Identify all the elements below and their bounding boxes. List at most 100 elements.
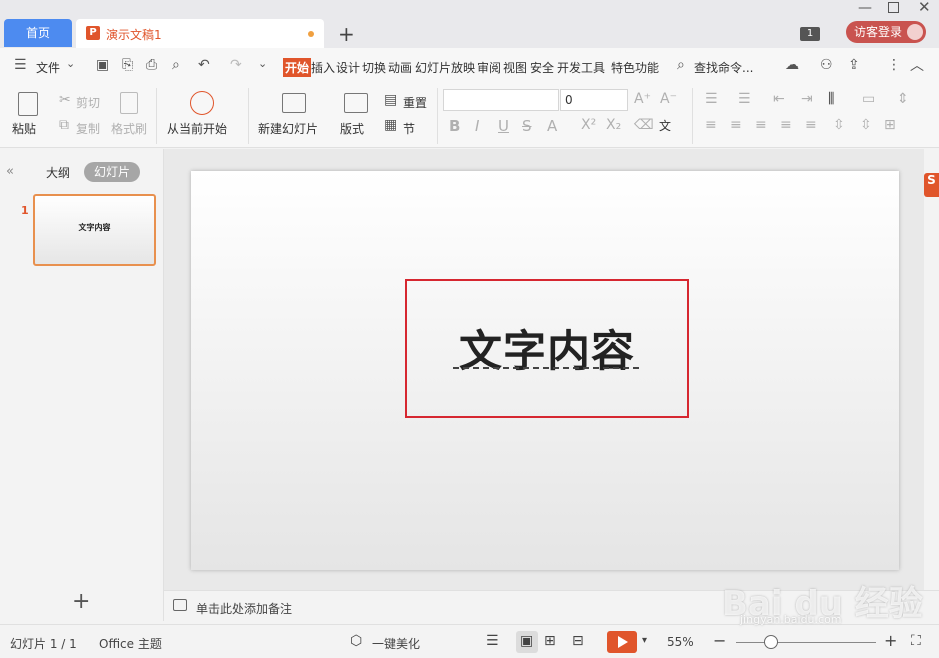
underline-icon[interactable]: U [498,117,509,135]
zoom-out-icon[interactable]: − [713,631,726,650]
text-box-icon[interactable]: ⊞ [884,117,896,133]
slide-thumbnail[interactable]: 文字内容 [33,194,156,266]
menu-slideshow[interactable]: 幻灯片放映 [415,59,475,76]
window-count-badge[interactable]: 1 [800,27,820,41]
add-slide-icon[interactable]: + [72,589,90,614]
new-slide-button[interactable]: 新建幻灯片 [258,120,318,137]
clear-format-icon[interactable]: ⌫ [634,117,654,133]
tab-outline[interactable]: 大纲 [46,164,70,181]
close-icon[interactable]: ✕ [918,0,931,16]
minimize-icon[interactable]: — [858,0,872,16]
shrink-font-icon[interactable]: A⁻ [660,91,677,107]
new-tab-icon[interactable]: + [338,22,355,46]
layout-button[interactable]: 版式 [340,120,364,137]
command-search[interactable]: 查找命令... [694,59,753,76]
zoom-slider-track[interactable] [736,642,876,643]
from-current-button[interactable]: 从当前开始 [167,120,227,137]
tab-slides[interactable]: 幻灯片 [84,162,140,182]
increase-indent-icon[interactable]: ⇥ [801,91,813,107]
section-icon[interactable]: ▦ [384,117,397,133]
undo-icon[interactable]: ↶ [198,57,210,73]
format-painter-icon[interactable] [120,92,138,114]
login-button[interactable]: 访客登录 [846,21,926,43]
notes-placeholder[interactable]: 单击此处添加备注 [196,600,292,617]
beautify-icon[interactable]: ⬡ [350,633,362,649]
numbered-list-icon[interactable]: ☰ [738,91,751,107]
tab-document[interactable]: P 演示文稿1 [76,19,324,48]
menu-animation[interactable]: 动画 [388,59,412,76]
distribute-icon[interactable]: ≡ [805,117,817,133]
search-icon[interactable]: ⌕ [677,57,685,73]
font-family-select[interactable] [443,89,559,111]
hamburger-icon[interactable]: ☰ [14,57,27,73]
vertical-align-icon[interactable]: ⇳ [833,117,845,133]
font-size-select[interactable]: 0 [560,89,628,111]
zoom-in-icon[interactable]: + [884,631,897,650]
align-left-icon[interactable]: ≡ [705,117,717,133]
menu-view[interactable]: 视图 [503,59,527,76]
beautify-button[interactable]: 一键美化 [372,635,420,652]
menu-file[interactable]: 文件 [36,59,60,76]
play-slideshow-button[interactable] [607,631,637,653]
side-panel-icon[interactable]: S [924,173,939,197]
new-slide-icon[interactable] [282,93,306,113]
normal-view-icon[interactable]: ▣ [520,633,533,649]
reset-button[interactable]: 重置 [403,94,427,111]
print-icon[interactable]: ⎙ [146,57,157,73]
share-user-icon[interactable]: ⚇ [820,57,833,73]
tab-home[interactable]: 首页 [4,19,72,47]
menu-design[interactable]: 设计 [336,59,360,76]
reading-view-icon[interactable]: ⊟ [572,633,584,649]
zoom-slider-handle[interactable] [764,635,778,649]
vertical-scrollbar[interactable] [926,149,939,590]
quick-access-chevron-icon[interactable]: ⌄ [258,57,267,70]
slide-sorter-icon[interactable]: ⊞ [544,633,556,649]
save-icon[interactable]: ▣ [96,57,109,73]
italic-icon[interactable]: I [475,117,479,135]
reset-icon[interactable]: ▤ [384,92,397,108]
section-button[interactable]: 节 [403,120,415,137]
maximize-icon[interactable] [888,2,899,13]
chevron-down-icon[interactable]: ⌄ [66,57,75,70]
play-options-chevron-icon[interactable]: ▾ [642,635,647,646]
text-direction-icon[interactable]: ⫼ [828,91,834,107]
columns-icon[interactable]: ▭ [862,91,875,107]
collapse-panel-icon[interactable]: « [6,164,14,179]
paste-icon[interactable] [18,92,38,116]
menu-review[interactable]: 审阅 [477,59,501,76]
align-right-icon[interactable]: ≡ [755,117,767,133]
slide-text[interactable]: 文字内容 [407,317,687,379]
redo-icon[interactable]: ↷ [230,57,242,73]
format-painter-button[interactable]: 格式刷 [111,120,147,137]
phonetic-icon[interactable]: 文 [659,117,671,134]
more-icon[interactable]: ⋮ [887,57,901,73]
cloud-icon[interactable]: ☁ [785,57,799,73]
theme-name[interactable]: Office 主题 [99,635,162,652]
justify-icon[interactable]: ≡ [780,117,792,133]
export-icon[interactable]: ⎘ [122,57,133,73]
menu-insert[interactable]: 插入 [311,59,335,76]
slide[interactable]: 文字内容 [191,171,899,570]
menu-transition[interactable]: 切换 [362,59,386,76]
superscript-icon[interactable]: X² [581,117,596,133]
cut-icon[interactable]: ✂ [59,92,71,108]
font-color-icon[interactable]: A [547,117,557,135]
bold-icon[interactable]: B [449,117,460,135]
copy-icon[interactable]: ⧉ [59,117,69,133]
menu-features[interactable]: 特色功能 [611,59,659,76]
play-from-current-icon[interactable] [190,91,214,115]
grow-font-icon[interactable]: A⁺ [634,91,651,107]
align-center-icon[interactable]: ≡ [730,117,742,133]
menu-start[interactable]: 开始 [283,58,312,77]
notes-toggle-icon[interactable]: ☰ [486,633,499,649]
preview-icon[interactable]: ⌕ [172,57,180,73]
cut-button[interactable]: 剪切 [76,94,100,111]
copy-button[interactable]: 复制 [76,120,100,137]
paragraph-spacing-icon[interactable]: ⇳ [860,117,872,133]
zoom-level[interactable]: 55% [667,635,694,649]
layout-icon[interactable] [344,93,368,113]
menu-developer[interactable]: 开发工具 [557,59,605,76]
selected-text-box[interactable]: 文字内容 [405,279,689,418]
line-spacing-icon[interactable]: ⇕ [897,91,909,107]
bullet-list-icon[interactable]: ☰ [705,91,718,107]
